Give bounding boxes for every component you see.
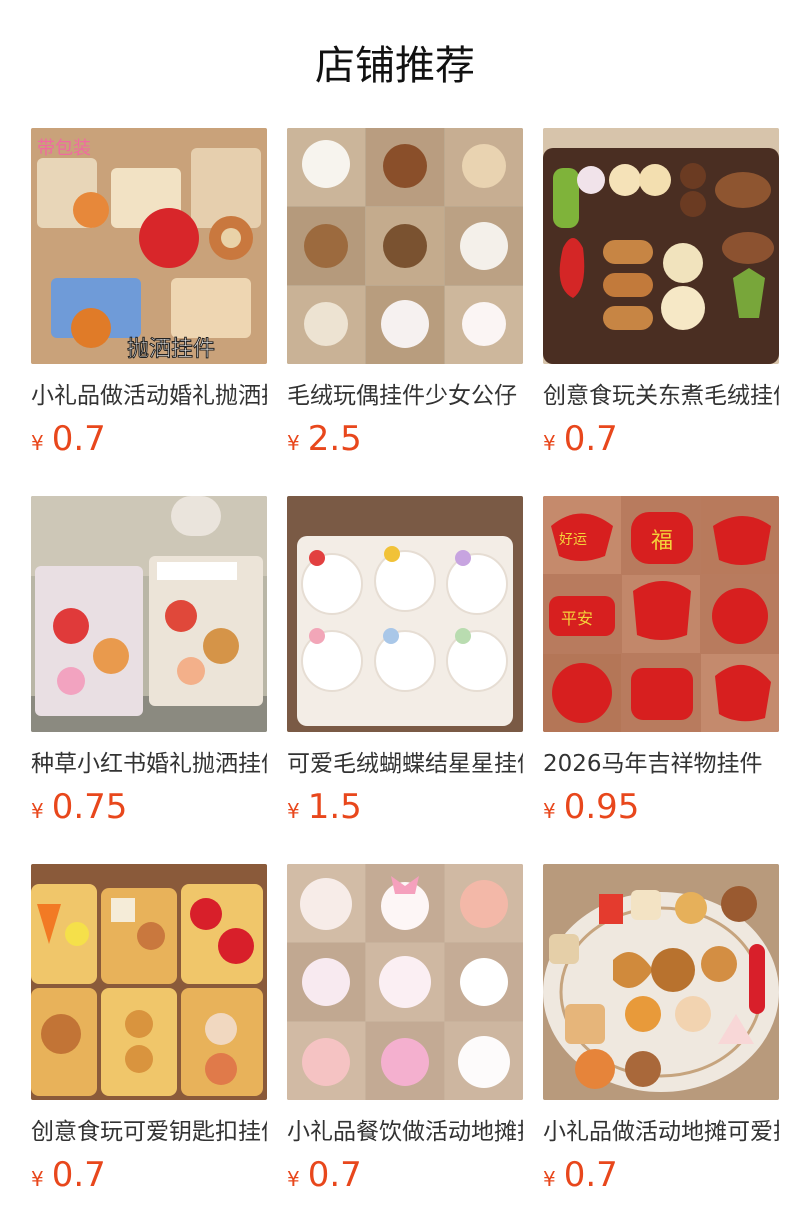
image-tag: 福 [651, 529, 673, 554]
product-name[interactable]: 小礼品餐饮做活动地摊挂件 [287, 1115, 523, 1149]
price-value: 0.7 [51, 419, 106, 459]
currency-symbol: ¥ [287, 431, 300, 455]
product-price: ¥0.95 [543, 787, 779, 827]
product-card[interactable]: 小礼品餐饮做活动地摊挂件 ¥0.7 [287, 864, 523, 1195]
product-price: ¥0.7 [31, 419, 267, 459]
product-card[interactable]: 创意食玩可爱钥匙扣挂件 ¥0.7 [31, 864, 267, 1195]
product-price: ¥2.5 [287, 419, 523, 459]
price-value: 0.75 [51, 787, 128, 827]
product-image[interactable] [287, 128, 523, 364]
product-image[interactable]: 带包装 抛洒挂件 [31, 128, 267, 364]
currency-symbol: ¥ [31, 431, 44, 455]
currency-symbol: ¥ [287, 1167, 300, 1191]
price-value: 0.7 [307, 1155, 362, 1195]
product-price: ¥1.5 [287, 787, 523, 827]
product-price: ¥0.75 [31, 787, 267, 827]
price-value: 0.7 [51, 1155, 106, 1195]
product-grid: 带包装 抛洒挂件 小礼品做活动婚礼抛洒挂件 ¥0.7 [0, 0, 790, 1232]
product-card[interactable]: 可爱毛绒蝴蝶结星星挂件 ¥1.5 [287, 496, 523, 827]
product-name[interactable]: 创意食玩可爱钥匙扣挂件 [31, 1115, 267, 1149]
product-name[interactable]: 创意食玩关东煮毛绒挂件 [543, 379, 779, 413]
product-image[interactable] [287, 864, 523, 1100]
price-value: 2.5 [307, 419, 362, 459]
product-image[interactable] [543, 128, 779, 364]
product-name[interactable]: 可爱毛绒蝴蝶结星星挂件 [287, 747, 523, 781]
price-value: 0.95 [563, 787, 640, 827]
product-image[interactable] [543, 864, 779, 1100]
product-image[interactable] [31, 864, 267, 1100]
product-image[interactable] [287, 496, 523, 732]
product-price: ¥0.7 [31, 1155, 267, 1195]
product-card[interactable]: 小礼品做活动地摊可爱挂件 ¥0.7 [543, 864, 779, 1195]
currency-symbol: ¥ [31, 799, 44, 823]
currency-symbol: ¥ [31, 1167, 44, 1191]
product-name[interactable]: 2026马年吉祥物挂件 [543, 747, 779, 781]
image-tag: 好运 [559, 532, 587, 548]
product-card[interactable]: 毛绒玩偶挂件少女公仔 ¥2.5 [287, 128, 523, 459]
currency-symbol: ¥ [543, 799, 556, 823]
product-image[interactable]: 好运 福 平安 [543, 496, 779, 732]
product-price: ¥0.7 [543, 1155, 779, 1195]
product-card[interactable]: 好运 福 平安 2026马年吉祥物挂件 ¥0.95 [543, 496, 779, 827]
product-name[interactable]: 小礼品做活动婚礼抛洒挂件 [31, 379, 267, 413]
product-image[interactable] [31, 496, 267, 732]
currency-symbol: ¥ [543, 431, 556, 455]
price-value: 0.7 [563, 1155, 618, 1195]
product-name[interactable]: 毛绒玩偶挂件少女公仔 [287, 379, 523, 413]
image-tag: 平安 [561, 609, 593, 628]
product-card[interactable]: 创意食玩关东煮毛绒挂件 ¥0.7 [543, 128, 779, 459]
product-price: ¥0.7 [287, 1155, 523, 1195]
product-card[interactable]: 种草小红书婚礼抛洒挂件 ¥0.75 [31, 496, 267, 827]
price-value: 0.7 [563, 419, 618, 459]
price-value: 1.5 [307, 787, 362, 827]
image-caption: 抛洒挂件 [127, 337, 215, 362]
product-card[interactable]: 带包装 抛洒挂件 小礼品做活动婚礼抛洒挂件 ¥0.7 [31, 128, 267, 459]
currency-symbol: ¥ [543, 1167, 556, 1191]
image-overlay-text: 带包装 [37, 138, 91, 159]
product-name[interactable]: 种草小红书婚礼抛洒挂件 [31, 747, 267, 781]
product-name[interactable]: 小礼品做活动地摊可爱挂件 [543, 1115, 779, 1149]
currency-symbol: ¥ [287, 799, 300, 823]
product-price: ¥0.7 [543, 419, 779, 459]
